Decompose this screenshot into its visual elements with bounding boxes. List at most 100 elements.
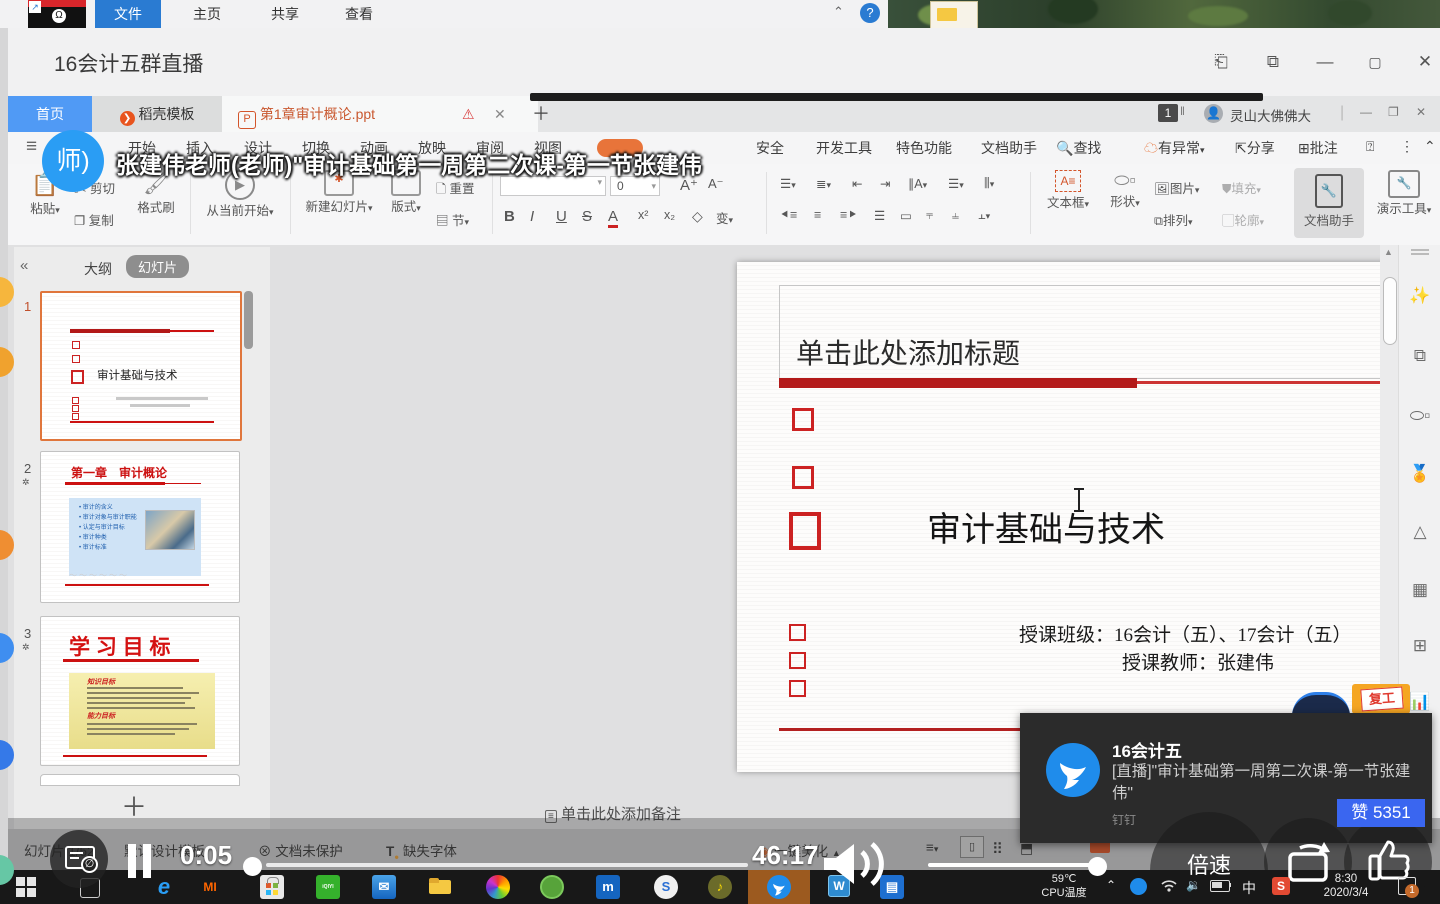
wps-close-icon[interactable]: ✕ xyxy=(1416,105,1426,119)
maxthon-icon[interactable]: m xyxy=(596,875,620,899)
superscript-button[interactable]: x² xyxy=(638,208,648,222)
like-count-badge[interactable]: 赞 5351 xyxy=(1337,799,1425,827)
slide4-thumbnail-partial[interactable] xyxy=(40,774,240,786)
ribbon-collapse-icon[interactable]: ⌃ xyxy=(833,4,844,20)
slide2-thumbnail[interactable]: 第一章 审计概论 • 审计的含义 • 审计对象与审计职能 • 认定与审计目标 •… xyxy=(40,451,240,603)
shapes-button[interactable]: ⬭▫ 形状▾ xyxy=(1102,170,1148,210)
tab-outline[interactable]: 大纲 xyxy=(84,259,112,279)
picture-button[interactable]: 🖼图片▾ xyxy=(1154,178,1199,197)
align-center-icon[interactable]: ≡ xyxy=(814,208,821,222)
bullet-list-icon[interactable]: ☰▾ xyxy=(780,176,796,191)
slide1-thumbnail[interactable]: 审计基础与技术 xyxy=(40,291,242,441)
dingtalk-taskbar-cell[interactable] xyxy=(748,870,810,904)
text-effects-icon[interactable]: 变▾ xyxy=(716,208,733,227)
shapes-panel-icon[interactable]: ⬭▫ xyxy=(1409,405,1431,427)
slide-class-line[interactable]: 授课班级：16会计（五）、17会计（五） xyxy=(1019,620,1352,647)
volume-icon[interactable] xyxy=(816,836,896,897)
comment-button[interactable]: ⊞批注 xyxy=(1298,138,1338,158)
hamburger-menu-icon[interactable]: ≡ xyxy=(26,136,37,158)
pause-button[interactable] xyxy=(128,844,154,878)
doc-assistant-button[interactable]: 🔧 文档助手 xyxy=(1294,168,1364,238)
wps-minimize-icon[interactable]: — xyxy=(1360,105,1372,119)
back-to-work-badge[interactable]: 复工 xyxy=(1352,684,1410,714)
columns-icon[interactable]: ⫼▾ xyxy=(984,176,994,191)
duplicate-window-icon[interactable]: ⧉ xyxy=(1260,50,1286,74)
explorer-tab-file[interactable]: 文件 xyxy=(95,0,161,28)
explorer-tab-view[interactable]: 查看 xyxy=(326,0,392,28)
reset-button[interactable]: 🗋 重置 xyxy=(436,178,475,201)
sogou-icon[interactable]: S xyxy=(654,875,678,899)
align-bottom-icon[interactable]: ⫠▾ xyxy=(978,208,990,223)
volume-track[interactable] xyxy=(928,863,1098,867)
italic-button[interactable]: I xyxy=(530,208,534,225)
slide3-thumbnail[interactable]: 学 习 目 标 知识目标 能力目标 xyxy=(40,616,240,766)
number-list-icon[interactable]: ≣▾ xyxy=(816,176,831,191)
collapse-ribbon-icon[interactable]: ⌃ xyxy=(1424,138,1436,155)
green-app-icon[interactable] xyxy=(540,875,564,899)
distribute-icon[interactable]: ▭ xyxy=(900,208,912,223)
scroll-up-icon[interactable]: ▲ xyxy=(1384,247,1393,257)
switch-shapes-icon[interactable]: ⧉ xyxy=(1409,345,1431,367)
strikethrough-button[interactable]: S xyxy=(582,208,592,225)
presentation-tools-button[interactable]: 🔧 演示工具▾ xyxy=(1372,170,1436,217)
font-color-button[interactable]: A xyxy=(608,208,618,228)
align-left-icon[interactable]: ⯇≡ xyxy=(780,208,797,223)
tray-expand-icon[interactable]: ⌃ xyxy=(1106,878,1116,892)
tab-home[interactable]: 首页 xyxy=(8,96,92,132)
action-center-icon[interactable]: 1 xyxy=(1398,877,1416,895)
clear-format-icon[interactable]: ◇ xyxy=(692,208,703,225)
subscript-button[interactable]: x₂ xyxy=(664,208,675,222)
abnormal-cloud-button[interactable]: ☁有异常▾ xyxy=(1144,138,1205,158)
tmall-desktop-icon[interactable]: ↗ Ω xyxy=(28,0,86,28)
copy-button[interactable]: ❐ 复制 xyxy=(74,210,114,229)
align-middle-icon[interactable]: ⫨ xyxy=(952,208,959,223)
layout-grid-icon[interactable]: ⊞ xyxy=(1409,635,1431,657)
more-menu-icon[interactable]: ⋮ xyxy=(1400,138,1414,155)
table-panel-icon[interactable]: ▦ xyxy=(1409,579,1431,601)
user-avatar[interactable]: 👤 xyxy=(1204,104,1223,123)
maximize-button[interactable]: ▢ xyxy=(1362,50,1388,74)
align-top-icon[interactable]: ⫧ xyxy=(926,208,933,223)
justify-icon[interactable]: ☰ xyxy=(874,208,885,223)
pyramid-icon[interactable]: △ xyxy=(1409,521,1431,543)
medal-icon[interactable]: 🏅 xyxy=(1409,463,1431,485)
chart-panel-icon[interactable]: 📊 xyxy=(1409,691,1431,713)
slide-teacher-line[interactable]: 授课教师：张建伟 xyxy=(1122,648,1274,675)
sogou-tray-icon[interactable]: S xyxy=(1272,877,1290,895)
edge-icon[interactable]: e xyxy=(152,875,176,899)
photos-color-wheel-icon[interactable] xyxy=(486,875,510,899)
wps-restore-icon[interactable]: ❐ xyxy=(1388,105,1399,119)
explorer-tab-share[interactable]: 共享 xyxy=(252,0,318,28)
help-icon[interactable]: ⍰ xyxy=(1366,138,1374,155)
close-button[interactable]: ✕ xyxy=(1412,50,1438,74)
menu-tab-features[interactable]: 特色功能 xyxy=(896,138,952,158)
explorer-tab-home[interactable]: 主页 xyxy=(172,0,242,28)
pin-window-icon[interactable]: ⎗ xyxy=(1208,50,1234,74)
mail-icon[interactable]: ✉ xyxy=(372,875,396,899)
title-placeholder-box[interactable]: 单击此处添加标题 xyxy=(779,285,1406,379)
mi-icon[interactable]: MI xyxy=(198,875,222,899)
section-button[interactable]: ▤ 节▾ xyxy=(436,210,469,229)
battery-icon[interactable] xyxy=(1210,880,1230,892)
increase-indent-icon[interactable]: ⇥ xyxy=(880,176,890,191)
textbox-button[interactable]: A≡ 文本框▾ xyxy=(1040,170,1096,211)
tab-docer-templates[interactable]: ❯ 稻壳模板 xyxy=(92,96,222,132)
clock[interactable]: 8:30 2020/3/4 xyxy=(1308,872,1384,900)
iqiyi-icon[interactable]: iQIYI xyxy=(316,875,340,899)
menu-tab-security[interactable]: 安全 xyxy=(756,138,784,158)
underline-button[interactable]: U xyxy=(556,208,567,225)
ime-indicator[interactable]: 中 xyxy=(1242,878,1256,898)
panel-scrollbar[interactable] xyxy=(244,291,253,349)
line-spacing-icon[interactable]: ☰▾ xyxy=(948,176,964,191)
collapse-panel-icon[interactable]: « xyxy=(20,257,28,274)
fill-button[interactable]: ⛊填充▾ xyxy=(1222,178,1261,197)
menu-tab-doc-assistant[interactable]: 文档助手 xyxy=(981,138,1037,158)
tab-slides[interactable]: 幻灯片 xyxy=(126,255,189,278)
qq-music-icon[interactable]: ♪ xyxy=(708,875,732,899)
start-button[interactable] xyxy=(16,877,36,897)
slide-main-title[interactable]: 审计基础与技术 xyxy=(927,502,1165,551)
tab-document[interactable]: P 第1章审计概论.ppt ⚠ ✕ xyxy=(222,96,538,132)
share-button[interactable]: ⇱分享 xyxy=(1235,138,1275,158)
decrease-indent-icon[interactable]: ⇤ xyxy=(852,176,862,191)
find-button[interactable]: 🔍查找 xyxy=(1056,138,1101,158)
